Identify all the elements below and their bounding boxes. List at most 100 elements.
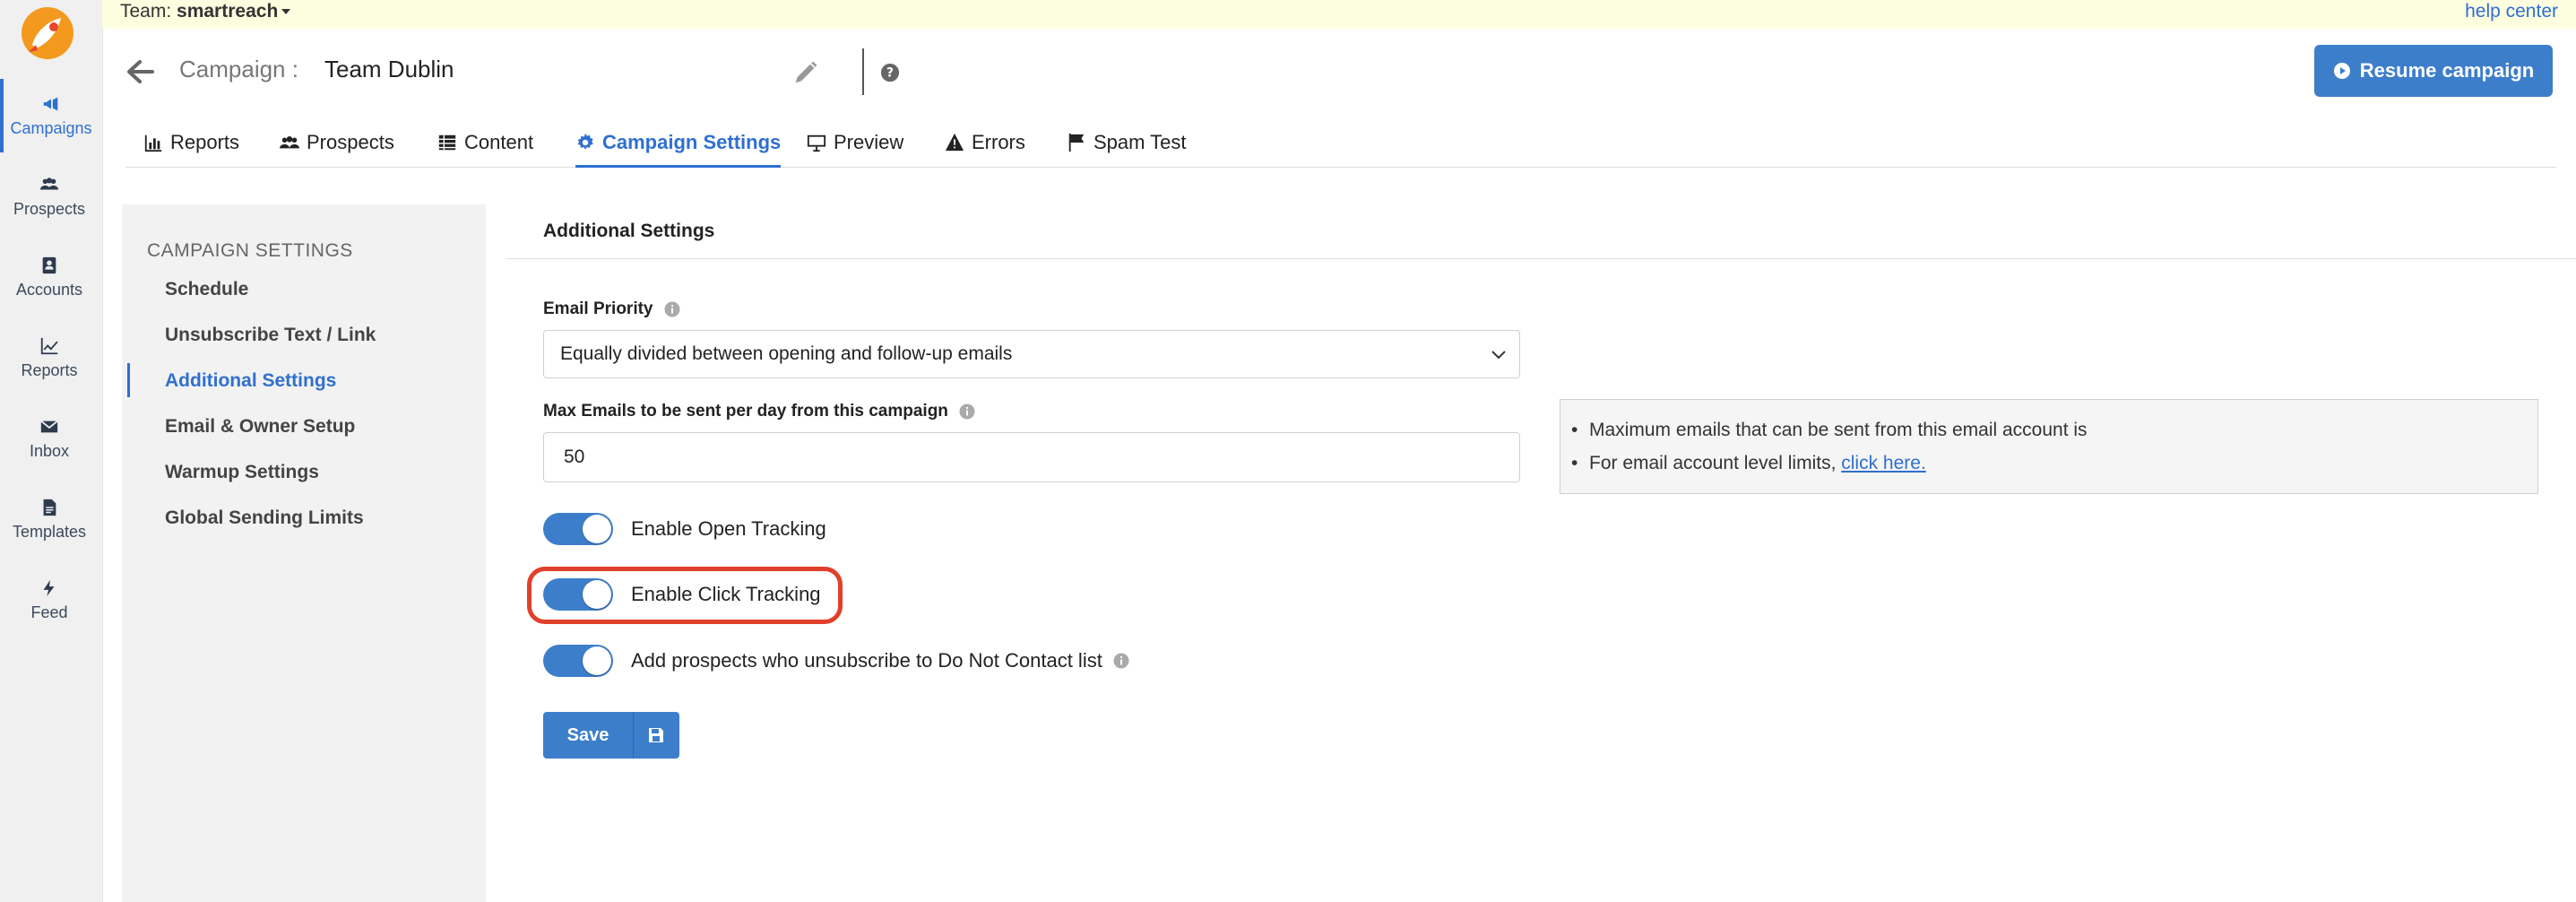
nav-label: Reports [21,360,78,379]
line-chart-icon [40,337,58,354]
help-center-link[interactable]: help center [2465,0,2558,23]
campaign-label: Campaign : [179,56,298,82]
file-icon [43,499,56,516]
nav-label: Prospects [13,199,86,218]
team-switcher[interactable]: Team: smartreach [120,0,291,23]
dnc-toggle[interactable] [543,645,613,677]
nav-label: Inbox [29,441,70,460]
svg-text:?: ? [886,66,894,81]
resume-campaign-button[interactable]: Resume campaign [2314,45,2553,97]
settings-nav-warmup[interactable]: Warmup Settings [165,462,319,483]
save-button[interactable]: Save [543,712,679,759]
settings-nav-global-limits[interactable]: Global Sending Limits [165,507,364,529]
play-circle-icon [2333,63,2350,79]
smartreach-logo[interactable] [20,5,75,61]
app-sidebar: Campaigns Prospects Accounts Reports Inb… [0,0,103,902]
settings-nav-email-owner[interactable]: Email & Owner Setup [165,416,355,438]
tab-label: Campaign Settings [602,131,782,153]
tab-label: Reports [170,131,240,153]
tab-label: Prospects [307,131,394,153]
toggle-knob [583,515,611,543]
max-emails-label: Max Emails to be sent per day from this … [543,402,975,421]
desktop-icon [807,134,826,152]
open-tracking-label: Enable Open Tracking [631,517,826,540]
max-emails-input[interactable] [543,432,1520,482]
info-icon[interactable] [1113,653,1129,669]
click-tracking-row: Enable Click Tracking [543,578,821,611]
info-icon[interactable] [664,301,680,317]
address-book-icon [42,256,56,273]
click-here-link[interactable]: click here. [1841,453,1926,473]
floppy-disk-icon [649,728,663,742]
tab-campaign-settings[interactable]: Campaign Settings [575,120,782,168]
users-icon [280,136,299,149]
nav-label: Accounts [15,280,83,299]
tab-content[interactable]: Content [437,120,533,165]
nav-inbox[interactable]: Inbox [0,402,99,475]
open-tracking-row: Enable Open Tracking [543,513,826,545]
envelope-icon [40,420,58,432]
tab-label: Preview [834,131,904,153]
nav-templates[interactable]: Templates [0,482,99,556]
settings-nav-heading: CAMPAIGN SETTINGS [147,240,353,261]
settings-nav-unsubscribe[interactable]: Unsubscribe Text / Link [165,325,376,346]
chevron-down-icon [1491,351,1506,360]
pencil-icon[interactable] [792,59,819,86]
email-priority-text: Email Priority [543,299,653,318]
toggle-knob [583,580,611,609]
nav-campaigns[interactable]: Campaigns [0,79,99,152]
tab-label: Errors [972,131,1025,153]
open-tracking-toggle[interactable] [543,513,613,545]
question-circle-icon[interactable]: ? [880,63,900,82]
tab-prospects[interactable]: Prospects [280,120,394,165]
settings-nav-additional[interactable]: Additional Settings [165,370,336,392]
tab-reports[interactable]: Reports [143,120,239,165]
nav-label: Templates [12,522,87,541]
nav-reports[interactable]: Reports [0,321,99,395]
users-icon [39,177,59,189]
email-priority-select[interactable]: Equally divided between opening and foll… [543,330,1520,378]
flag-icon [1068,133,1085,152]
section-divider [506,258,2576,259]
tab-label: Spam Test [1094,131,1187,153]
gear-icon [577,133,593,150]
tab-errors[interactable]: Errors [945,120,1025,165]
info-line-1: Maximum emails that can be sent from thi… [1571,420,2088,441]
back-arrow-icon[interactable] [125,59,154,84]
tab-spam-test[interactable]: Spam Test [1067,120,1187,165]
info-line-2-text: For email account level limits, [1589,453,1837,473]
email-priority-value: Equally divided between opening and foll… [560,343,1013,364]
save-label: Save [566,724,609,745]
caret-down-icon [281,9,291,15]
team-label: Team: [120,1,172,22]
email-limits-info: Maximum emails that can be sent from thi… [1560,399,2538,494]
campaign-tabs: Reports Prospects Content Campaign Setti… [125,120,2556,168]
tab-preview[interactable]: Preview [807,120,903,165]
save-divider [633,712,634,759]
toggle-knob [583,646,611,675]
click-tracking-toggle[interactable] [543,578,613,611]
megaphone-icon [43,97,58,110]
max-emails-text: Max Emails to be sent per day from this … [543,402,948,421]
dnc-label: Add prospects who unsubscribe to Do Not … [631,649,1102,672]
bar-chart-icon [144,134,162,152]
team-name: smartreach [177,1,279,22]
campaign-name[interactable]: Team Dublin [324,56,454,83]
bolt-icon [43,579,55,596]
resume-label: Resume campaign [2359,59,2535,82]
warning-icon [945,133,964,152]
nav-feed[interactable]: Feed [0,563,99,637]
table-icon [438,134,456,151]
settings-nav-schedule[interactable]: Schedule [165,279,248,300]
nav-accounts[interactable]: Accounts [0,240,99,314]
click-tracking-label: Enable Click Tracking [631,583,821,605]
nav-label: Campaigns [10,118,92,137]
header-divider [862,48,864,95]
active-indicator [127,363,130,397]
settings-nav: CAMPAIGN SETTINGS Schedule Unsubscribe T… [122,204,486,902]
nav-label: Feed [30,603,68,621]
email-priority-label: Email Priority [543,299,680,319]
team-bar: Team: smartreach help center [102,0,2576,29]
info-icon[interactable] [959,403,975,420]
nav-prospects[interactable]: Prospects [0,160,99,233]
